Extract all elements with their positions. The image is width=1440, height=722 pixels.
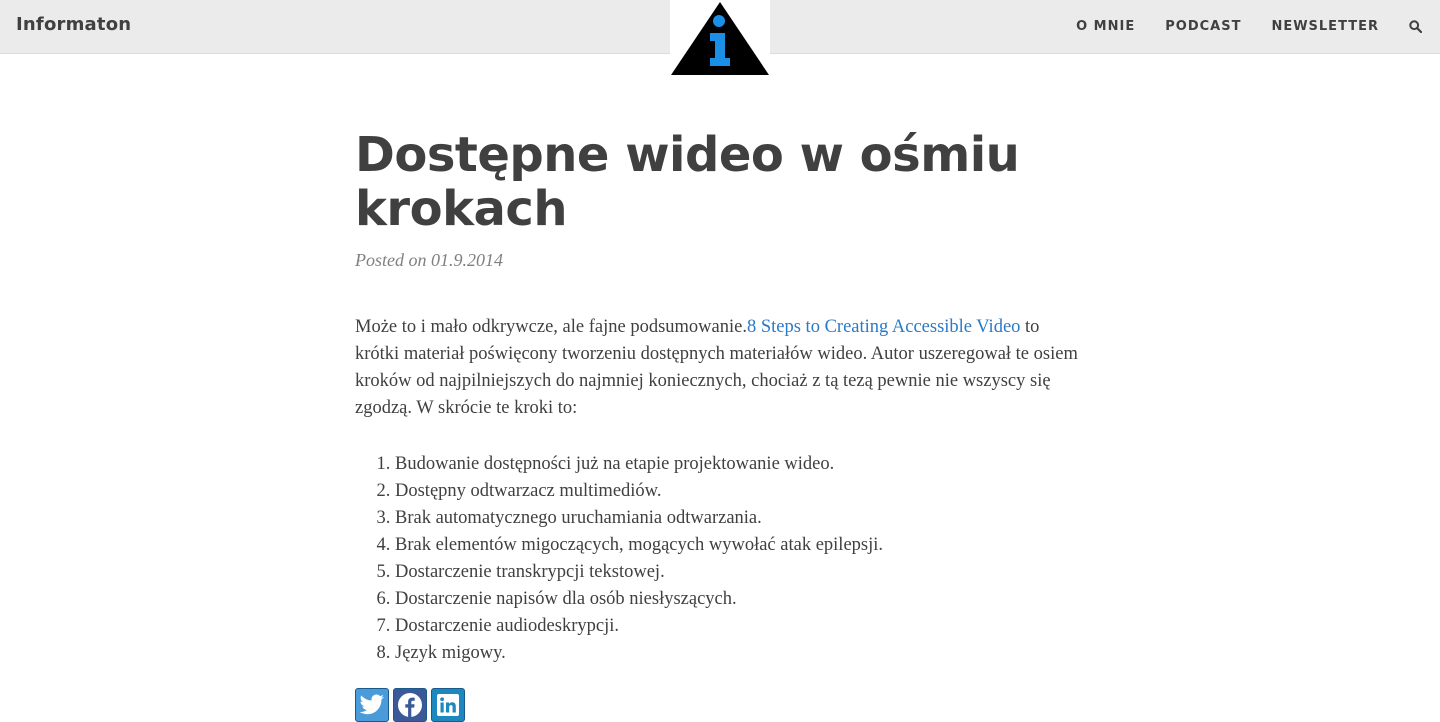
list-item: Budowanie dostępności już na etapie proj… (395, 451, 1085, 478)
list-item: Brak automatycznego uruchamiania odtwarz… (395, 505, 1085, 532)
intro-text: Może to i mało odkrywcze, ale fajne pods… (355, 317, 747, 337)
post-date: Posted on 01.9.2014 (355, 250, 503, 270)
list-item: Język migowy. (395, 640, 1085, 667)
nav-link-newsletter[interactable]: NEWSLETTER (1271, 19, 1379, 34)
nav-link-o-mnie[interactable]: O MNIE (1076, 19, 1135, 34)
share-buttons (355, 688, 465, 722)
post-article: Dostępne wideo w ośmiu krokach Posted on… (355, 128, 1085, 667)
list-item: Dostarczenie napisów dla osób niesłysząc… (395, 586, 1085, 613)
site-logo[interactable] (670, 0, 770, 76)
list-item: Dostarczenie audiodeskrypcji. (395, 613, 1085, 640)
post-intro: Może to i mało odkrywcze, ale fajne pods… (355, 314, 1085, 422)
post-title: Dostępne wideo w ośmiu krokach (355, 127, 1020, 237)
list-item: Dostępny odtwarzacz multimediów. (395, 478, 1085, 505)
list-item: Brak elementów migoczących, mogących wyw… (395, 532, 1085, 559)
article-link[interactable]: 8 Steps to Creating Accessible Video (747, 317, 1020, 337)
twitter-icon[interactable] (355, 688, 389, 722)
linkedin-icon[interactable] (431, 688, 465, 722)
search-icon[interactable] (1409, 19, 1423, 35)
brand-link[interactable]: Informaton (16, 14, 131, 35)
nav-links: O MNIE PODCAST NEWSLETTER (1076, 0, 1440, 53)
steps-list: Budowanie dostępności już na etapie proj… (355, 451, 1085, 667)
info-triangle-logo-icon (671, 2, 769, 75)
facebook-icon[interactable] (393, 688, 427, 722)
nav-link-podcast[interactable]: PODCAST (1165, 19, 1241, 34)
list-item: Dostarczenie transkrypcji tekstowej. (395, 559, 1085, 586)
